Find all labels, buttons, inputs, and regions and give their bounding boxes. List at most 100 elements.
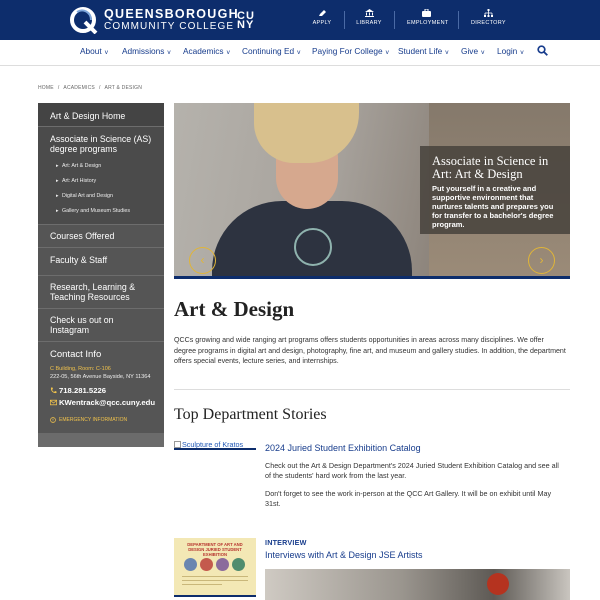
breadcrumb: HOME / ACADEMICS / ART & DESIGN bbox=[38, 85, 146, 91]
nav-label: Continuing Ed bbox=[242, 46, 295, 56]
contact-email[interactable]: KWentrack@qcc.cuny.edu bbox=[50, 398, 156, 407]
divider bbox=[344, 11, 345, 29]
story-title-link[interactable]: Interviews with Art & Design JSE Artists bbox=[265, 550, 423, 560]
library-icon bbox=[364, 9, 374, 17]
sidebar-item-as-programs[interactable]: Associate in Science (AS) degree program… bbox=[38, 127, 164, 225]
divider bbox=[458, 11, 459, 29]
sidebar-item-faculty[interactable]: Faculty & Staff bbox=[38, 248, 164, 276]
nav-label: Login bbox=[497, 46, 518, 56]
sidebar-sublist: Art: Art & Design Art: Art History Digit… bbox=[50, 154, 152, 218]
qcc-logo-icon bbox=[70, 7, 98, 34]
story-photo-detail bbox=[487, 573, 509, 595]
chevron-right-icon: › bbox=[539, 253, 544, 267]
sidebar-item-instagram[interactable]: Check us out on Instagram bbox=[38, 309, 164, 342]
thumbnail-line bbox=[182, 584, 222, 585]
top-header: QUEENSBOROUGH COMMUNITY COLLEGE CU NY AP… bbox=[0, 0, 600, 40]
page-title: Art & Design bbox=[174, 297, 295, 321]
nav-paying-for-college[interactable]: Paying For College v bbox=[312, 46, 389, 56]
carousel-next-button[interactable]: › bbox=[528, 247, 555, 274]
story-tag: INTERVIEW bbox=[265, 538, 307, 547]
quick-link-apply[interactable]: APPLY bbox=[312, 9, 332, 26]
hero-figure-print bbox=[294, 228, 332, 266]
stories-heading: Top Department Stories bbox=[174, 406, 327, 423]
nav-academics[interactable]: Academics v bbox=[183, 46, 230, 56]
emergency-info-text: EMERGENCY INFORMATION bbox=[59, 417, 128, 423]
nav-label: Admissions bbox=[122, 46, 165, 56]
breadcrumb-separator: / bbox=[57, 85, 60, 91]
contact-phone[interactable]: 718.281.5226 bbox=[50, 386, 152, 395]
contact-building: C Building, Room: C-106 bbox=[50, 366, 111, 372]
story-photo bbox=[265, 569, 570, 600]
quick-link-label: LIBRARY bbox=[356, 20, 382, 26]
quick-link-label: DIRECTORY bbox=[471, 20, 506, 26]
nav-label: Give bbox=[461, 46, 479, 56]
hero-description: Put yourself in a creative and supportiv… bbox=[432, 184, 554, 229]
directory-icon bbox=[483, 9, 493, 17]
contact-info: Contact Info C Building, Room: C-106 222… bbox=[38, 342, 164, 430]
nav-admissions[interactable]: Admissions v bbox=[122, 46, 171, 56]
email-icon bbox=[50, 399, 57, 406]
alert-icon bbox=[50, 417, 56, 423]
hero-title: Associate in Science in Art: Art & Desig… bbox=[432, 154, 549, 181]
nav-label: About bbox=[80, 46, 102, 56]
sidebar-subitem-art-design[interactable]: Art: Art & Design bbox=[50, 158, 152, 173]
chevron-down-icon: v bbox=[481, 49, 485, 56]
chevron-down-icon: v bbox=[445, 49, 449, 56]
story-image-alt: Sculpture of Kratos bbox=[182, 440, 244, 449]
contact-address: 222-05, 56th Avenue Bayside, NY 11364 bbox=[50, 374, 151, 380]
story-title-link[interactable]: 2024 Juried Student Exhibition Catalog bbox=[265, 443, 421, 453]
story-text: Check out the Art & Design Department's … bbox=[265, 461, 559, 480]
logo-line-1: QUEENSBOROUGH bbox=[104, 7, 239, 22]
breadcrumb-current: ART & DESIGN bbox=[104, 85, 143, 91]
hero-underline bbox=[174, 276, 570, 279]
cuny-line-2: NY bbox=[237, 19, 255, 31]
nav-label: Academics bbox=[183, 46, 224, 56]
chevron-down-icon: v bbox=[385, 49, 389, 56]
chevron-down-icon: v bbox=[226, 49, 230, 56]
thumbnail-line bbox=[182, 576, 248, 577]
quick-link-label: EMPLOYMENT bbox=[407, 20, 449, 26]
contact-email-text: KWentrack@qcc.cuny.edu bbox=[59, 398, 156, 407]
divider bbox=[174, 389, 570, 390]
thumbnail-text: DEPARTMENT OF ART AND DESIGN JURIED STUD… bbox=[187, 542, 243, 557]
nav-continuing-ed[interactable]: Continuing Ed v bbox=[242, 46, 300, 56]
sidebar-subitem-art-history[interactable]: Art: Art History bbox=[50, 173, 152, 188]
sidebar-item-courses[interactable]: Courses Offered bbox=[38, 225, 164, 248]
phone-icon bbox=[50, 387, 57, 394]
sidebar-item-home[interactable]: Art & Design Home bbox=[38, 103, 164, 127]
divider bbox=[394, 11, 395, 29]
chevron-down-icon: v bbox=[297, 49, 301, 56]
story-thumbnail[interactable]: DEPARTMENT OF ART AND DESIGN JURIED STUD… bbox=[174, 538, 256, 597]
chevron-left-icon: ‹ bbox=[200, 253, 205, 267]
chevron-down-icon: v bbox=[520, 49, 524, 56]
nav-student-life[interactable]: Student Life v bbox=[398, 46, 449, 56]
quick-link-employment[interactable]: EMPLOYMENT bbox=[407, 9, 448, 26]
nav-about[interactable]: About v bbox=[80, 46, 108, 56]
story-image-broken[interactable]: Sculpture of Kratos bbox=[174, 440, 256, 450]
chevron-down-icon: v bbox=[104, 49, 108, 56]
intro-paragraph: QCCs growing and wide ranging art progra… bbox=[174, 336, 566, 365]
sidebar-subitem-gallery-museum[interactable]: Gallery and Museum Studies bbox=[50, 203, 152, 218]
breadcrumb-academics[interactable]: ACADEMICS bbox=[63, 85, 95, 91]
quick-link-label: APPLY bbox=[312, 20, 332, 26]
main-nav: About v Admissions v Academics v Continuing… bbox=[0, 40, 600, 66]
nav-give[interactable]: Give v bbox=[461, 46, 484, 56]
thumbnail-figures bbox=[184, 558, 245, 571]
nav-label: Paying For College bbox=[312, 46, 383, 56]
logo-line-2: COMMUNITY COLLEGE bbox=[104, 20, 235, 32]
search-icon[interactable] bbox=[537, 45, 548, 56]
emergency-info-link[interactable]: EMERGENCY INFORMATION bbox=[50, 417, 152, 423]
breadcrumb-home[interactable]: HOME bbox=[38, 85, 54, 91]
thumbnail-line bbox=[182, 580, 248, 581]
sidebar-subitem-digital-art[interactable]: Digital Art and Design bbox=[50, 188, 152, 203]
nav-login[interactable]: Login v bbox=[497, 46, 524, 56]
qcc-logo[interactable]: QUEENSBOROUGH COMMUNITY COLLEGE bbox=[69, 6, 239, 34]
carousel-prev-button[interactable]: ‹ bbox=[189, 247, 216, 274]
cuny-logo[interactable]: CU NY bbox=[237, 11, 255, 31]
quick-link-library[interactable]: LIBRARY bbox=[356, 9, 382, 26]
broken-image-icon bbox=[174, 441, 181, 448]
breadcrumb-separator: / bbox=[98, 85, 101, 91]
quick-link-directory[interactable]: DIRECTORY bbox=[471, 9, 506, 26]
sidebar-item-label: Associate in Science (AS) degree program… bbox=[50, 134, 152, 154]
sidebar-item-research[interactable]: Research, Learning & Teaching Resources bbox=[38, 276, 164, 309]
